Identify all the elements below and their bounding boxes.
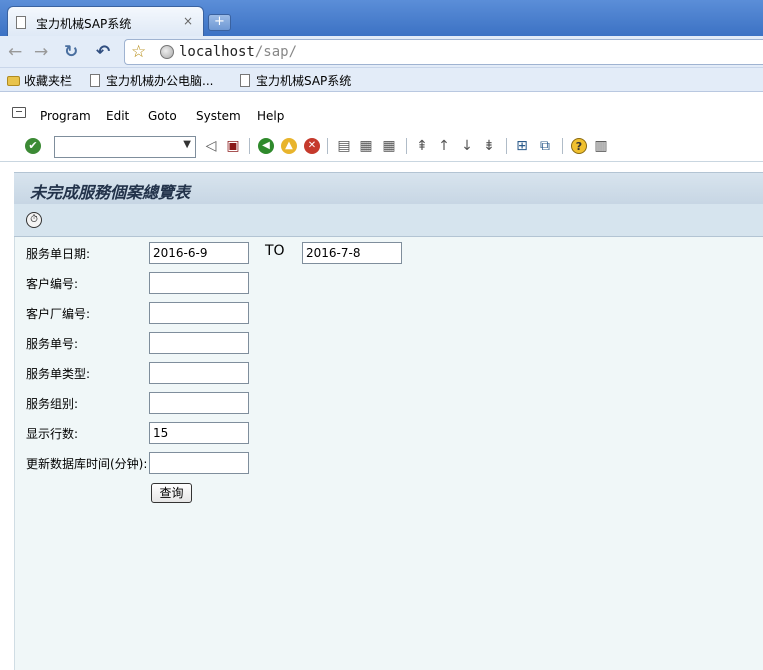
customer-factory-field[interactable] [149,302,249,324]
date-label: 服务单日期: [26,247,91,261]
browser-toolbar: ← → ↻ ↶ ☆ localhost/sap/ [0,36,763,68]
enter-check-icon[interactable]: ✔ [25,138,41,154]
page-icon [90,74,100,87]
forward-arrow-icon[interactable]: → [34,43,48,61]
address-bar[interactable]: ☆ localhost/sap/ [124,39,763,65]
service-no-label: 服务单号: [26,337,79,351]
last-page-icon[interactable]: ⇟ [481,138,497,154]
cancel-icon[interactable]: ✕ [304,138,320,154]
service-no-field[interactable] [149,332,249,354]
sap-frame: Program Edit Goto System Help ✔ ▼ ◁ ▣ ◀ … [0,92,763,670]
tab-title: 宝力机械SAP系统 [36,17,132,31]
customer-no-field[interactable] [149,272,249,294]
back-arrow-icon[interactable]: ◁ [203,138,219,154]
service-group-field[interactable] [149,392,249,414]
service-type-field[interactable] [149,362,249,384]
new-tab-button[interactable]: + [208,14,231,31]
sap-system-toolbar: ✔ ▼ ◁ ▣ ◀ ▲ ✕ ▤ ▦ ▦ ⇞ ↑ ↓ ⇟ ⊞ ⧉ ? ▥ [0,132,763,162]
exit-icon[interactable]: ▲ [281,138,297,154]
globe-icon [160,45,174,59]
bookmarks-bar: 收藏夹栏 宝力机械办公电脑... 宝力机械SAP系统 [0,68,763,92]
find-next-icon[interactable]: ▦ [381,138,397,154]
to-label: TO [265,243,285,259]
help-icon[interactable]: ? [571,138,587,154]
bookmark-favorites-folder[interactable]: 收藏夹栏 [7,72,72,88]
menu-help[interactable]: Help [257,109,284,123]
print-icon[interactable]: ▤ [336,138,352,154]
bookmark-office-pc[interactable]: 宝力机械办公电脑... [90,72,213,88]
screen-title: 未完成服務個案總覽表 [30,183,191,202]
find-icon[interactable]: ▦ [358,138,374,154]
browser-tab[interactable]: 宝力机械SAP系统 × [7,6,204,36]
folder-icon [7,76,20,86]
refresh-label: 更新数据库时间(分钟): [26,457,148,471]
service-type-label: 服务单类型: [26,367,91,381]
sap-menu-bar: Program Edit Goto System Help [0,104,763,130]
browser-tab-strip: 宝力机械SAP系统 × + [0,0,763,36]
previous-page-icon[interactable]: ↑ [436,138,452,154]
customer-no-label: 客户编号: [26,277,79,291]
first-page-icon[interactable]: ⇞ [414,138,430,154]
screen-title-bar: 未完成服務個案總覽表 [14,172,763,204]
save-icon[interactable]: ▣ [225,138,241,154]
menu-exit-icon[interactable] [12,107,26,118]
command-field[interactable]: ▼ [54,136,196,158]
home-undo-icon[interactable]: ↶ [96,43,110,61]
rows-field[interactable]: 15 [149,422,249,444]
menu-edit[interactable]: Edit [106,109,129,123]
layout-icon[interactable]: ▥ [593,138,609,154]
reload-icon[interactable]: ↻ [64,43,78,61]
selection-form: 服务单日期: 2016-6-9 TO 2016-7-8 客户编号: 客户厂编号:… [14,237,763,670]
create-session-icon[interactable]: ⊞ [514,138,530,154]
date-to-field[interactable]: 2016-7-8 [302,242,402,264]
menu-goto[interactable]: Goto [148,109,177,123]
chevron-down-icon[interactable]: ▼ [183,139,191,150]
menu-system[interactable]: System [196,109,241,123]
customer-factory-label: 客户厂编号: [26,307,91,321]
back-icon[interactable]: ◀ [258,138,274,154]
query-button[interactable]: 查询 [151,483,192,503]
service-group-label: 服务组别: [26,397,79,411]
page-icon [240,74,250,87]
bookmark-sap-system[interactable]: 宝力机械SAP系统 [240,72,351,88]
menu-program[interactable]: Program [40,109,91,123]
page-icon [16,16,26,29]
bookmark-star-icon[interactable]: ☆ [131,43,146,61]
url-text[interactable]: localhost/sap/ [179,44,297,60]
next-page-icon[interactable]: ↓ [459,138,475,154]
application-toolbar: ⏱ [14,204,763,237]
shortcut-icon[interactable]: ⧉ [537,138,553,154]
execute-icon[interactable]: ⏱ [26,212,42,228]
back-arrow-icon[interactable]: ← [8,43,22,61]
close-tab-icon[interactable]: × [183,14,193,28]
rows-label: 显示行数: [26,427,79,441]
refresh-field[interactable] [149,452,249,474]
date-from-field[interactable]: 2016-6-9 [149,242,249,264]
